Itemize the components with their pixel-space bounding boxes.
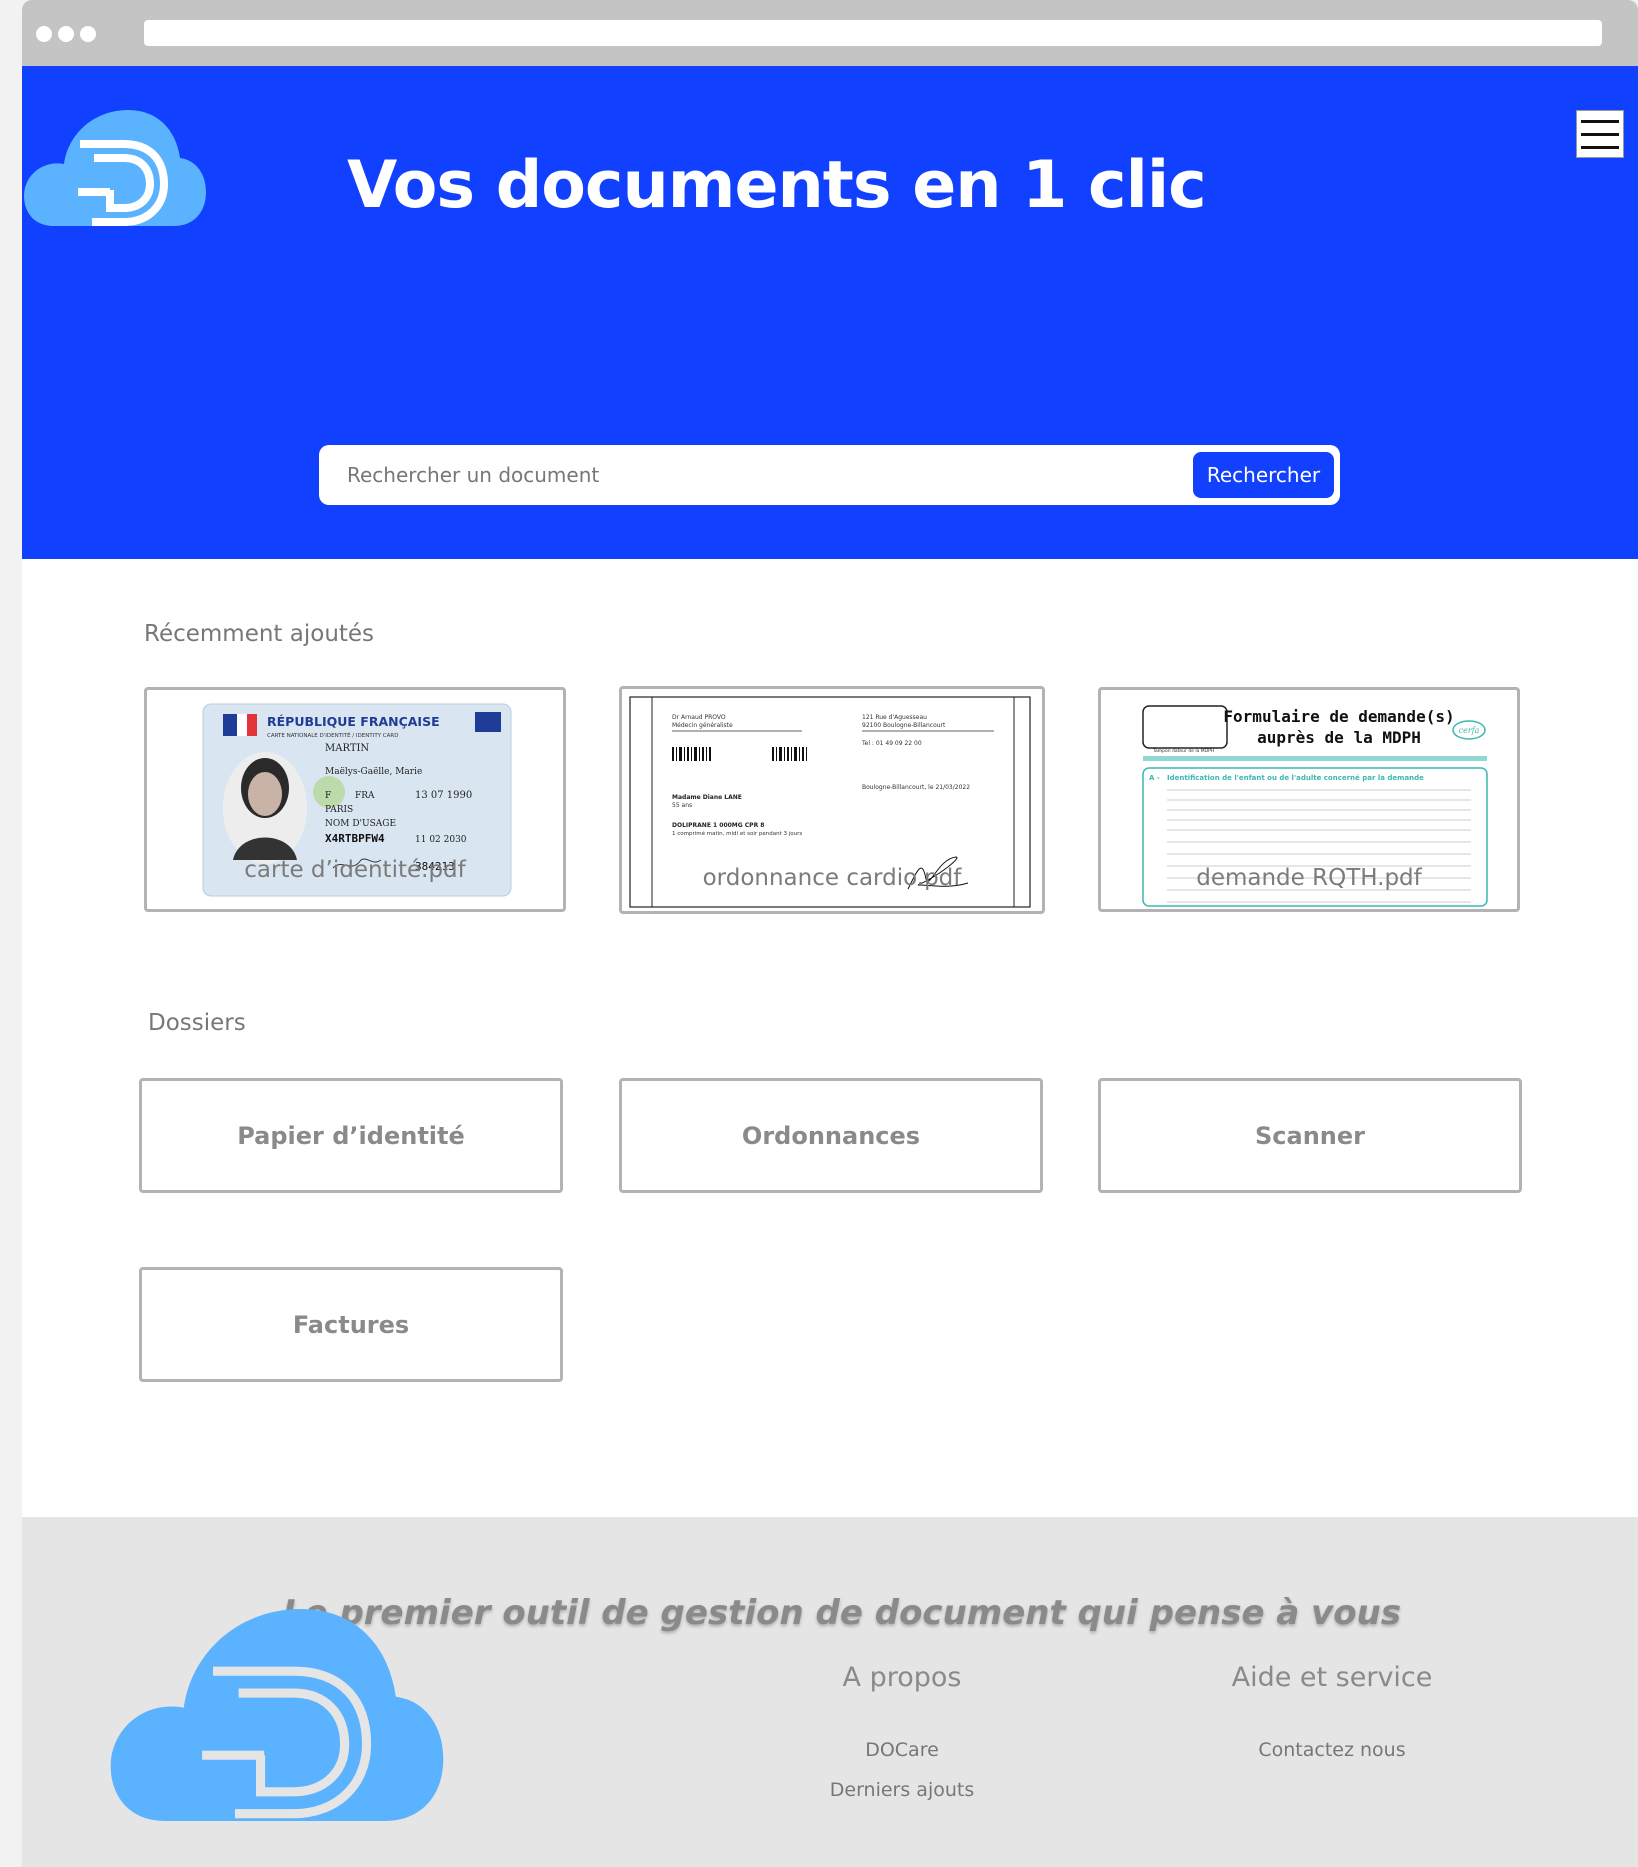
id-card-expiry: 11 02 2030 [415, 835, 467, 845]
folder-invoices[interactable]: Factures [139, 1267, 563, 1382]
footer-help-title: Aide et service [1231, 1662, 1433, 1693]
hero-title: Vos documents en 1 clic [347, 148, 1207, 223]
id-card-place: PARIS [325, 805, 353, 815]
id-card-usage: NOM D'USAGE [325, 819, 396, 829]
browser-chrome [22, 0, 1638, 66]
folder-prescriptions[interactable]: Ordonnances [619, 1078, 1043, 1193]
folder-scanner[interactable]: Scanner [1098, 1078, 1522, 1193]
footer-link-docare[interactable]: DOCare [802, 1739, 1002, 1761]
rx-phone: Tel : 01 49 09 22 00 [861, 740, 922, 747]
form-brand: cerfa [1459, 726, 1480, 735]
rx-address2: 92100 Boulogne-Billancourt [862, 722, 946, 729]
hamburger-menu-icon[interactable] [1576, 110, 1624, 158]
id-card-subheader: CARTE NATIONALE D'IDENTITÉ / IDENTITY CA… [267, 731, 398, 739]
recent-doc-name[interactable]: demande RQTH.pdf [1098, 865, 1520, 891]
hero-banner: Vos documents en 1 clic Rechercher [22, 66, 1638, 559]
folder-identity[interactable]: Papier d’identité [139, 1078, 563, 1193]
form-stamp: Tampon dateur de la MDPH [1152, 748, 1214, 754]
cloud-logo-icon[interactable] [24, 110, 206, 226]
recent-doc-name[interactable]: ordonnance cardio.pdf [619, 865, 1045, 891]
form-letter: A - [1149, 774, 1160, 782]
rx-address1: 121 Rue d'Aguesseau [862, 714, 927, 721]
footer-link-recent[interactable]: Derniers ajouts [802, 1779, 1002, 1801]
recent-section-title: Récemment ajoutés [144, 621, 375, 647]
footer: Le premier outil de gestion de document … [22, 1517, 1638, 1867]
rx-doctor: Dr Arnaud PROVO [672, 714, 726, 721]
search-bar: Rechercher [319, 445, 1340, 505]
window-dot [36, 26, 52, 42]
id-card-nationality: FRA [355, 791, 375, 801]
id-card-birth: 13 07 1990 [415, 790, 472, 801]
form-title-1: Formulaire de demande(s) [1223, 707, 1454, 726]
form-section: Identification de l'enfant ou de l'adult… [1167, 774, 1424, 782]
rx-date: Boulogne-Billancourt, le 21/03/2022 [862, 784, 970, 791]
address-bar[interactable] [144, 20, 1602, 46]
page: Vos documents en 1 clic Rechercher Récem… [22, 66, 1638, 1867]
rx-posology: 1 comprimé matin, midi et soir pendant 3… [672, 830, 802, 837]
id-card-sex: F [325, 791, 331, 801]
id-card-surname: MARTIN [325, 743, 369, 754]
footer-link-contact[interactable]: Contactez nous [1192, 1739, 1472, 1761]
rx-age: 55 ans [672, 802, 692, 809]
id-card-given: Maëlys-Gaëlle, Marie [325, 767, 422, 777]
rx-drug: DOLIPRANE 1 000MG CPR 8 [672, 822, 764, 829]
rx-specialty: Médecin généraliste [672, 722, 733, 729]
recent-doc-name[interactable]: carte d’identité.pdf [144, 857, 566, 883]
search-button[interactable]: Rechercher [1193, 452, 1334, 498]
form-title-2: auprès de la MDPH [1257, 728, 1421, 747]
window-dot [80, 26, 96, 42]
id-card-number: X4RTBPFW4 [325, 832, 385, 845]
search-input[interactable] [333, 453, 1133, 497]
folders-section-title: Dossiers [148, 1010, 246, 1036]
footer-about-title: A propos [842, 1662, 962, 1693]
window-dot [58, 26, 74, 42]
id-card-header: RÉPUBLIQUE FRANÇAISE [267, 714, 440, 729]
cloud-logo-icon [110, 1609, 444, 1821]
rx-patient: Madame Diane LANE [672, 794, 742, 801]
